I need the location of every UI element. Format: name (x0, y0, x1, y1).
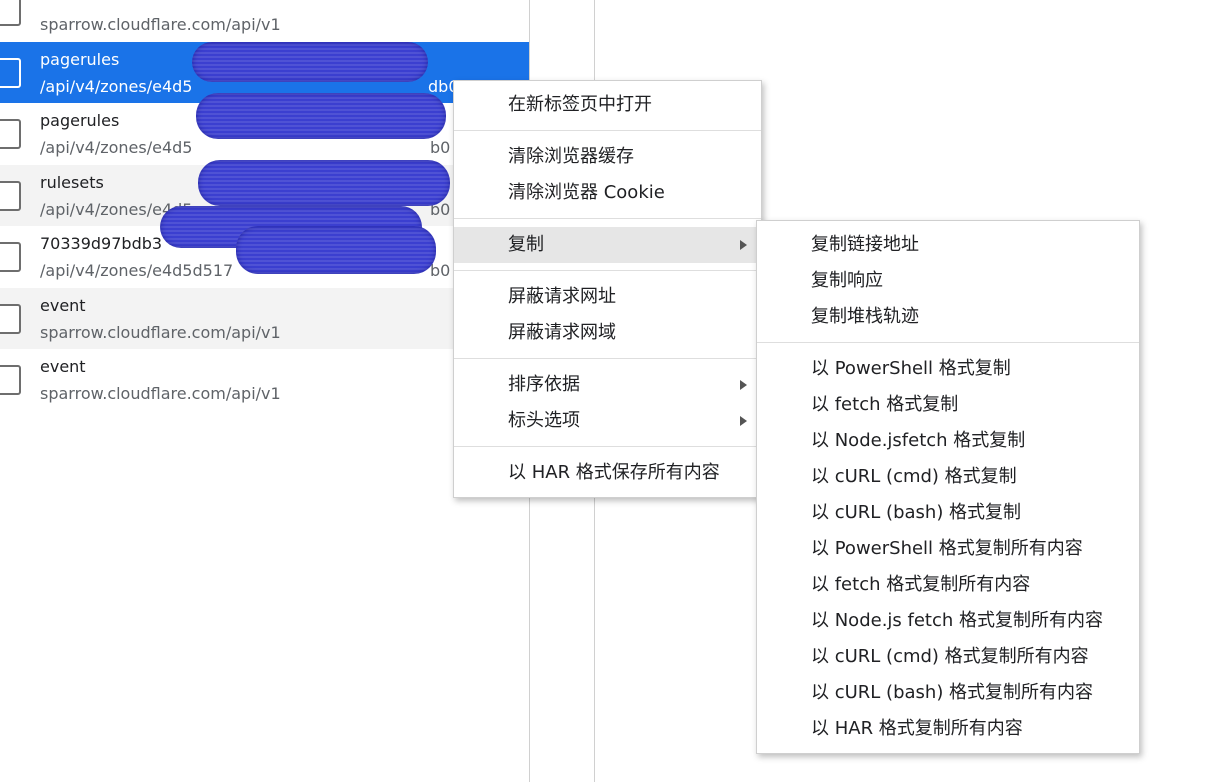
menu-item-copy-all-as-powershell[interactable]: 以 PowerShell 格式复制所有内容 (757, 531, 1139, 567)
menu-item-sort-by-label: 排序依据 (508, 374, 580, 395)
menu-item-block-request-domain[interactable]: 屏蔽请求网域 (454, 315, 761, 351)
request-url: sparrow.cloudflare.com/api/v1 (40, 322, 281, 342)
request-name: pagerules (40, 49, 120, 69)
request-row[interactable]: sparrow.cloudflare.com/api/v1 (0, 0, 529, 42)
request-url-tail: b0 (430, 261, 451, 280)
menu-item-copy-as-fetch[interactable]: 以 fetch 格式复制 (757, 387, 1139, 423)
menu-item-copy-all-as-curl-cmd[interactable]: 以 cURL (cmd) 格式复制所有内容 (757, 639, 1139, 675)
request-name: event (40, 357, 86, 376)
request-url: /api/v4/zones/e4d5 (40, 76, 193, 96)
document-icon (0, 180, 21, 211)
devtools-network-panel: sparrow.cloudflare.com/api/v1 pagerules … (0, 0, 1230, 782)
menu-item-save-all-as-har[interactable]: 以 HAR 格式保存所有内容 (454, 455, 761, 491)
menu-item-copy-all-as-har[interactable]: 以 HAR 格式复制所有内容 (757, 711, 1139, 747)
request-row[interactable]: event sparrow.cloudflare.com/api/v1 (0, 287, 529, 349)
menu-item-sort-by[interactable]: 排序依据 (454, 367, 761, 403)
redaction-mark (236, 226, 436, 274)
menu-item-clear-cookies[interactable]: 清除浏览器 Cookie (454, 175, 761, 211)
menu-item-copy[interactable]: 复制 (454, 227, 761, 263)
request-url: sparrow.cloudflare.com/api/v1 (40, 15, 281, 34)
request-url: /api/v4/zones/e4d5 (40, 138, 193, 157)
document-icon (0, 365, 21, 395)
request-name: 70339d97bdb3 (40, 234, 163, 253)
menu-separator (454, 270, 761, 271)
menu-item-copy-as-curl-cmd[interactable]: 以 cURL (cmd) 格式复制 (757, 459, 1139, 495)
menu-item-copy-label: 复制 (508, 234, 544, 255)
redaction-mark (198, 160, 450, 206)
menu-separator (454, 218, 761, 219)
redaction-mark (192, 42, 428, 82)
menu-item-header-options-label: 标头选项 (508, 410, 580, 431)
document-icon (0, 57, 21, 88)
menu-item-block-request-url[interactable]: 屏蔽请求网址 (454, 279, 761, 315)
request-name: pagerules (40, 111, 120, 130)
chevron-right-icon (740, 416, 747, 426)
menu-item-copy-all-as-curl-bash[interactable]: 以 cURL (bash) 格式复制所有内容 (757, 675, 1139, 711)
menu-item-copy-as-powershell[interactable]: 以 PowerShell 格式复制 (757, 351, 1139, 387)
chevron-right-icon (740, 240, 747, 250)
request-url: sparrow.cloudflare.com/api/v1 (40, 384, 281, 403)
document-icon (0, 303, 21, 334)
menu-separator (454, 130, 761, 131)
menu-item-copy-response[interactable]: 复制响应 (757, 263, 1139, 299)
document-icon (0, 0, 21, 26)
menu-item-open-in-new-tab[interactable]: 在新标签页中打开 (454, 87, 761, 123)
menu-item-copy-link-address[interactable]: 复制链接地址 (757, 227, 1139, 263)
copy-submenu: 复制链接地址 复制响应 复制堆栈轨迹 以 PowerShell 格式复制 以 f… (756, 220, 1140, 754)
document-icon (0, 242, 21, 272)
request-url-tail: b0 (430, 138, 451, 157)
menu-item-copy-all-as-nodejs-fetch[interactable]: 以 Node.js fetch 格式复制所有内容 (757, 603, 1139, 639)
request-row[interactable]: event sparrow.cloudflare.com/api/v1 (0, 349, 529, 411)
menu-separator (454, 446, 761, 447)
request-url: /api/v4/zones/e4d5d517 (40, 261, 234, 280)
document-icon (0, 119, 21, 149)
menu-separator (757, 342, 1139, 343)
menu-item-header-options[interactable]: 标头选项 (454, 403, 761, 439)
context-menu: 在新标签页中打开 清除浏览器缓存 清除浏览器 Cookie 复制 屏蔽请求网址 … (453, 80, 762, 498)
menu-item-copy-as-nodejs-fetch[interactable]: 以 Node.jsfetch 格式复制 (757, 423, 1139, 459)
redaction-mark (196, 93, 446, 139)
menu-item-copy-stack-trace[interactable]: 复制堆栈轨迹 (757, 299, 1139, 335)
chevron-right-icon (740, 380, 747, 390)
request-name: event (40, 295, 86, 315)
menu-separator (454, 358, 761, 359)
menu-item-clear-cache[interactable]: 清除浏览器缓存 (454, 139, 761, 175)
menu-item-copy-all-as-fetch[interactable]: 以 fetch 格式复制所有内容 (757, 567, 1139, 603)
menu-item-copy-as-curl-bash[interactable]: 以 cURL (bash) 格式复制 (757, 495, 1139, 531)
request-name: rulesets (40, 172, 104, 192)
